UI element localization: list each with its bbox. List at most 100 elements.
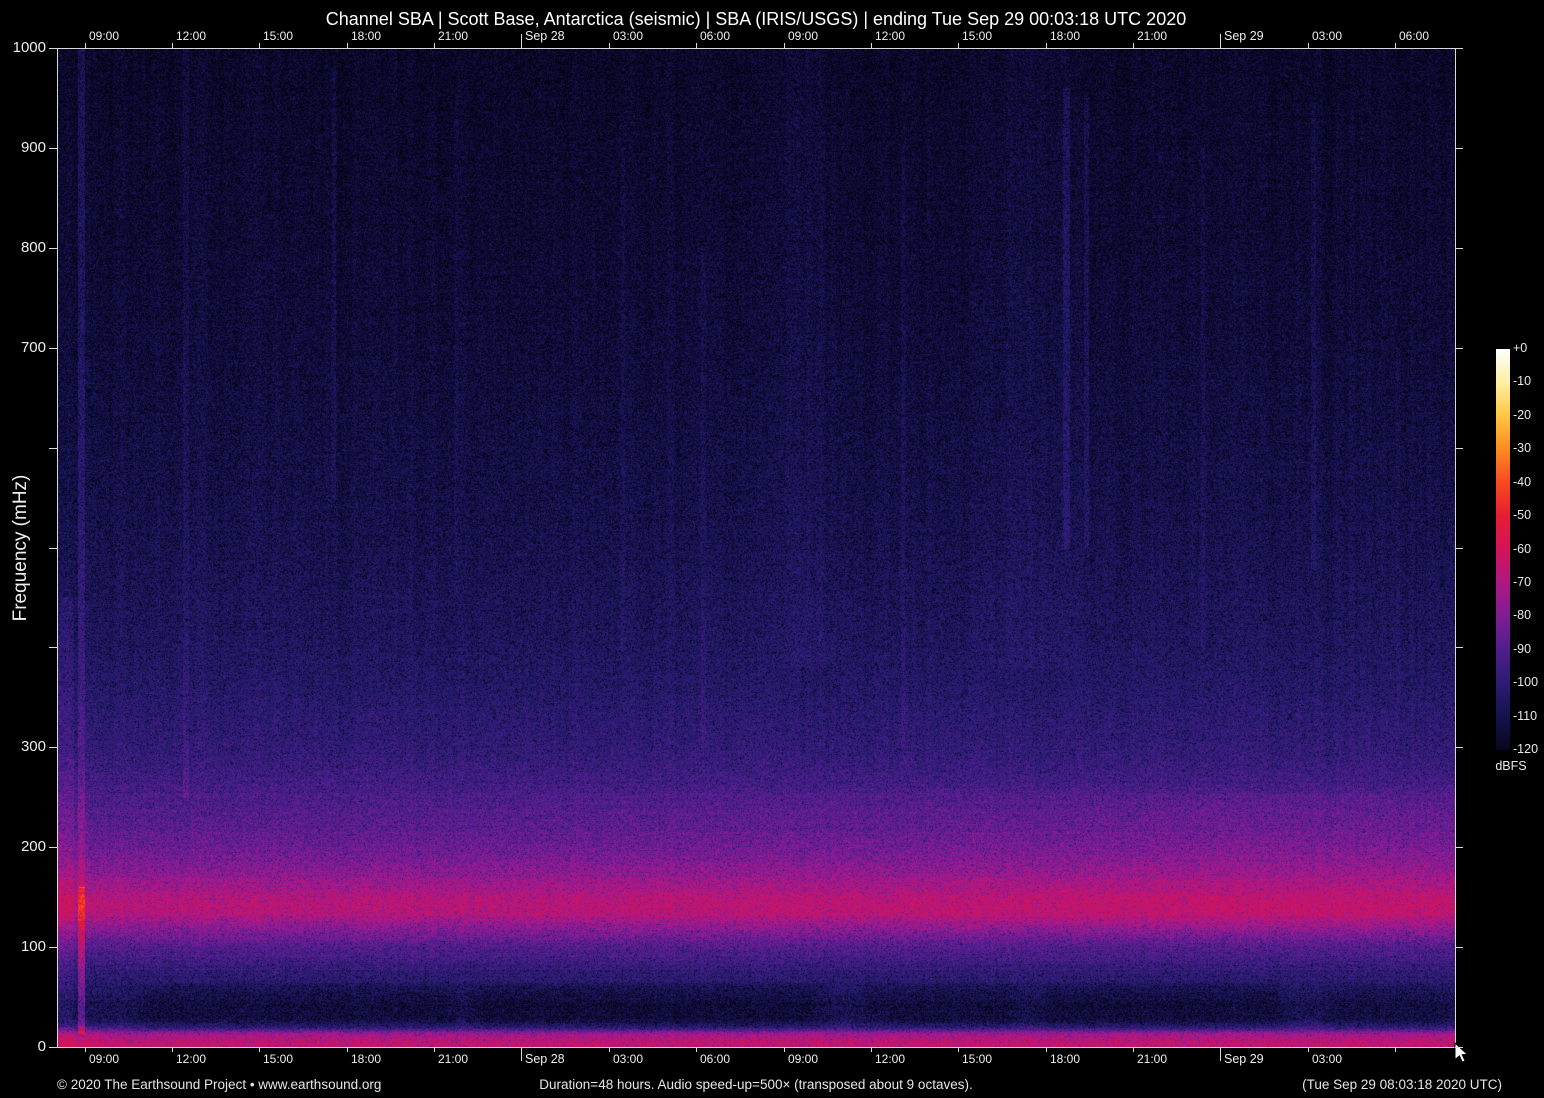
x-axis-label: 18:00 bbox=[351, 29, 382, 43]
x-tick bbox=[696, 43, 697, 48]
x-tick bbox=[1308, 1047, 1309, 1052]
y-tick bbox=[49, 248, 57, 249]
y-axis-label: 800 bbox=[20, 239, 46, 256]
x-tick bbox=[259, 43, 260, 48]
colorbar-tick-label: -70 bbox=[1513, 574, 1532, 589]
y-axis-label: 300 bbox=[20, 738, 46, 755]
y-tick bbox=[1455, 248, 1463, 249]
x-tick bbox=[1133, 1047, 1134, 1052]
x-tick bbox=[85, 1047, 86, 1052]
x-tick bbox=[85, 43, 86, 48]
page-title: Channel SBA | Scott Base, Antarctica (se… bbox=[325, 9, 1187, 29]
spectrogram-canvas bbox=[58, 49, 1455, 1047]
x-axis-label: 03:00 bbox=[1312, 29, 1343, 43]
x-axis-label: 12:00 bbox=[875, 29, 906, 43]
end-timestamp-text: (Tue Sep 29 08:03:18 2020 UTC) bbox=[1302, 1077, 1502, 1092]
y-axis-label: 100 bbox=[20, 938, 46, 955]
y-tick bbox=[1455, 647, 1463, 648]
x-axis-label: 21:00 bbox=[438, 29, 469, 43]
x-axis-label: 21:00 bbox=[1137, 1052, 1168, 1066]
y-tick bbox=[1455, 448, 1463, 449]
y-tick bbox=[49, 647, 57, 648]
x-axis-label: 15:00 bbox=[263, 1052, 294, 1066]
x-tick bbox=[871, 43, 872, 48]
x-tick bbox=[871, 1047, 872, 1052]
y-tick bbox=[1455, 48, 1463, 49]
colorbar-tick-label: -110 bbox=[1513, 708, 1538, 723]
x-axis-label: Sep 29 bbox=[1224, 29, 1264, 43]
x-tick bbox=[347, 43, 348, 48]
x-axis-label: 21:00 bbox=[438, 1052, 469, 1066]
y-tick bbox=[1455, 847, 1463, 848]
x-axis-label: Sep 28 bbox=[525, 29, 565, 43]
x-tick bbox=[172, 1047, 173, 1052]
x-tick bbox=[1395, 43, 1396, 48]
y-tick bbox=[1455, 348, 1463, 349]
x-day-tick bbox=[1220, 34, 1221, 48]
colorbar-tick-label: -90 bbox=[1513, 641, 1532, 656]
colorbar-tick-label: -100 bbox=[1513, 675, 1539, 690]
x-axis-label: 12:00 bbox=[176, 1052, 207, 1066]
colorbar-tick-label: -20 bbox=[1513, 407, 1532, 422]
x-axis-label: 03:00 bbox=[1312, 1052, 1343, 1066]
x-axis-label: 09:00 bbox=[89, 1052, 120, 1066]
x-axis-label: Sep 28 bbox=[525, 1052, 565, 1066]
x-tick bbox=[784, 1047, 785, 1052]
y-tick bbox=[49, 548, 57, 549]
x-tick bbox=[958, 43, 959, 48]
x-tick bbox=[1308, 43, 1309, 48]
x-tick bbox=[1395, 1047, 1396, 1052]
x-axis-label: 15:00 bbox=[263, 29, 294, 43]
copyright-text: © 2020 The Earthsound Project • www.eart… bbox=[57, 1077, 382, 1092]
y-tick bbox=[49, 448, 57, 449]
x-axis-label: 21:00 bbox=[1137, 29, 1168, 43]
x-axis-label: 03:00 bbox=[613, 1052, 644, 1066]
y-axis-label: 900 bbox=[20, 139, 46, 156]
y-tick bbox=[49, 348, 57, 349]
x-axis-label: 06:00 bbox=[700, 29, 731, 43]
x-axis-label: 06:00 bbox=[1399, 29, 1430, 43]
colorbar-tick-label: +0 bbox=[1513, 341, 1528, 355]
y-tick bbox=[49, 947, 57, 948]
y-tick bbox=[49, 747, 57, 748]
x-tick bbox=[609, 43, 610, 48]
x-tick bbox=[434, 43, 435, 48]
y-tick bbox=[49, 48, 57, 49]
colorbar-tick-label: -120 bbox=[1513, 742, 1539, 756]
x-tick bbox=[347, 1047, 348, 1052]
x-tick bbox=[1046, 43, 1047, 48]
x-axis-label: 15:00 bbox=[962, 29, 993, 43]
x-tick bbox=[434, 1047, 435, 1052]
x-axis-label: 18:00 bbox=[1050, 29, 1081, 43]
x-axis-label: 12:00 bbox=[875, 1052, 906, 1066]
duration-text: Duration=48 hours. Audio speed-up=500× (… bbox=[539, 1077, 973, 1092]
x-day-tick bbox=[1220, 1047, 1221, 1061]
y-tick bbox=[1455, 947, 1463, 948]
x-axis-label: 15:00 bbox=[962, 1052, 993, 1066]
colorbar-tick-label: -30 bbox=[1513, 441, 1532, 456]
x-axis-label: 09:00 bbox=[89, 29, 120, 43]
x-tick bbox=[696, 1047, 697, 1052]
x-tick bbox=[784, 43, 785, 48]
x-tick bbox=[172, 43, 173, 48]
x-axis-label: 18:00 bbox=[351, 1052, 382, 1066]
y-axis-title: Frequency (mHz) bbox=[10, 474, 31, 622]
y-tick bbox=[1455, 747, 1463, 748]
x-tick bbox=[259, 1047, 260, 1052]
x-axis-label: 12:00 bbox=[176, 29, 207, 43]
colorbar-unit-label: dBFS bbox=[1495, 759, 1527, 773]
colorbar-tick-label: -60 bbox=[1513, 541, 1532, 556]
spectrogram-page: Channel SBA | Scott Base, Antarctica (se… bbox=[0, 0, 1544, 1098]
y-axis-label: 0 bbox=[37, 1038, 46, 1055]
x-day-tick bbox=[521, 1047, 522, 1061]
x-axis-label: 18:00 bbox=[1050, 1052, 1081, 1066]
y-tick bbox=[49, 1047, 57, 1048]
x-tick bbox=[1046, 1047, 1047, 1052]
y-axis-label: 200 bbox=[20, 838, 46, 855]
x-axis-label: Sep 29 bbox=[1224, 1052, 1264, 1066]
y-axis-label: 700 bbox=[20, 339, 46, 356]
y-tick bbox=[1455, 548, 1463, 549]
x-axis-label: 03:00 bbox=[613, 29, 644, 43]
x-axis-label: 06:00 bbox=[700, 1052, 731, 1066]
colorbar-gradient bbox=[1496, 349, 1510, 750]
